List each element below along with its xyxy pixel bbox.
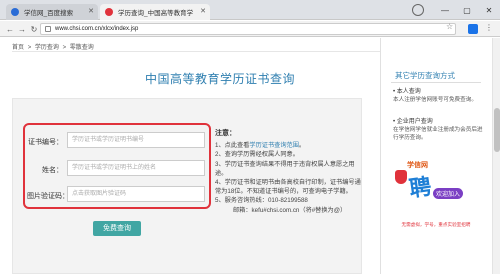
profile-icon[interactable] [412,4,424,16]
note-item: 2、查询学历需经权属人同意。 [215,151,299,159]
url-text: www.chsi.com.cn/xlcx/index.jsp [55,26,139,32]
note-item: 5、服务咨询热线：010-82199588 [215,197,308,205]
close-window-button[interactable]: ✕ [478,0,500,20]
tab-label: 学历查询_中国高等教育学 [118,10,194,17]
tab-label: 学信网_百度搜索 [24,10,74,17]
extension-icon[interactable] [468,24,478,34]
query-panel: 证书编号： 学历证书或学历证明书编号 姓名： 学历证书或学历证明书上的姓名 图片… [12,98,362,274]
note-item: 邮箱：kefu#chsi.com.cn（将#替换为@） [233,206,347,214]
ad-headline: 聘 [407,173,433,203]
note-item: 3、学历证书查询结果不得用于违背权属人意愿之用途。 [215,160,355,177]
notes: 注意： 1、点此查看学历证书查询范围。 2、查询学历需经权属人同意。 3、学历证… [215,129,361,215]
note-item: 1、点此查看学历证书查询范围。 [215,141,361,150]
cert-number-label: 证书编号： [28,139,63,146]
reload-icon[interactable]: ↻ [28,23,40,35]
tab-chsi[interactable]: 学历查询_中国高等教育学 ✕ [100,4,210,20]
sidebar-block-enterprise: • 企业用户查询 在学信网学信就业注册成为会员后进行学历查询。 [393,118,487,142]
back-icon[interactable]: ← [4,23,16,35]
sidebar: 其它学历查询方式 • 本人查询 本人注册学信网账号可免费查询。 • 企业用户查询… [380,38,490,274]
chsi-favicon-icon [105,8,113,16]
ad-footer: 无需虚拟，学号，重点实验室招聘 [401,222,471,227]
browser-tabbar: 学信网_百度搜索 ✕ 学历查询_中国高等教育学 ✕ — ▢ ✕ [0,0,500,20]
query-scope-link[interactable]: 学历证书查询范围 [249,142,299,149]
close-icon[interactable]: ✕ [200,7,206,15]
captcha-input[interactable]: 点击获取图片验证码 [67,186,205,202]
form-row-captcha: 图片验证码： 点击获取图片验证码 [25,185,213,205]
scrollbar[interactable] [492,38,500,274]
note-item: 4、学历证书和证明书由各高校自行印制，证书编号通常为18位。不知道证书编号的，可… [215,179,361,196]
captcha-label: 图片验证码： [27,193,69,200]
window-controls: — ▢ ✕ [434,0,500,20]
sidebar-heading: • 本人查询 [393,89,421,95]
bookmark-star-icon[interactable]: ☆ [446,22,453,31]
sidebar-title: 其它学历查询方式 [395,71,455,80]
sidebar-block-personal: • 本人查询 本人注册学信网账号可免费查询。 [393,88,487,104]
baidu-favicon-icon [11,8,19,16]
sidebar-text: 在学信网学信就业注册成为会员后进行学历查询。 [393,127,483,141]
scrollbar-thumb[interactable] [494,108,500,152]
breadcrumb: 首页 > 学历查询 > 零散查询 [12,42,96,51]
name-label: 姓名： [42,167,63,174]
trophy-icon [395,170,407,184]
free-query-button[interactable]: 免费查询 [93,221,141,236]
browser-menu-icon[interactable]: ⋮ [485,23,493,32]
forward-icon[interactable]: → [16,23,28,35]
note-text: 1、点此查看 [215,142,250,150]
notes-title: 注意： [215,130,236,137]
form-row-name: 姓名： 学历证书或学历证明书上的姓名 [25,159,213,179]
browser-toolbar: ← → ↻ www.chsi.com.cn/xlcx/index.jsp ☆ ⋮ [0,21,500,37]
tab-baidu[interactable]: 学信网_百度搜索 ✕ [6,4,98,20]
maximize-button[interactable]: ▢ [456,0,478,20]
sidebar-text: 本人注册学信网账号可免费查询。 [393,97,477,103]
name-input[interactable]: 学历证书或学历证明书上的姓名 [67,160,205,176]
ad-bubble: 欢迎加入 [433,188,464,199]
cert-number-input[interactable]: 学历证书或学历证明书编号 [67,132,205,148]
recruitment-ad[interactable]: 学信网 聘 欢迎加入 无需虚拟，学号，重点实验室招聘 [391,158,481,236]
query-form: 证书编号： 学历证书或学历证明书编号 姓名： 学历证书或学历证明书上的姓名 图片… [23,123,211,209]
sidebar-heading: • 企业用户查询 [393,119,433,125]
address-bar[interactable]: www.chsi.com.cn/xlcx/index.jsp [40,23,456,35]
form-row-cert-number: 证书编号： 学历证书或学历证明书编号 [25,131,213,151]
page-title: 中国高等教育学历证书查询 [144,72,295,86]
note-text: 。 [298,142,306,150]
page-content: 首页 > 学历查询 > 零散查询 中国高等教育学历证书查询 证书编号： 学历证书… [0,38,500,274]
close-icon[interactable]: ✕ [88,7,94,15]
page-info-icon [45,26,51,32]
minimize-button[interactable]: — [434,0,456,20]
divider [391,82,481,83]
